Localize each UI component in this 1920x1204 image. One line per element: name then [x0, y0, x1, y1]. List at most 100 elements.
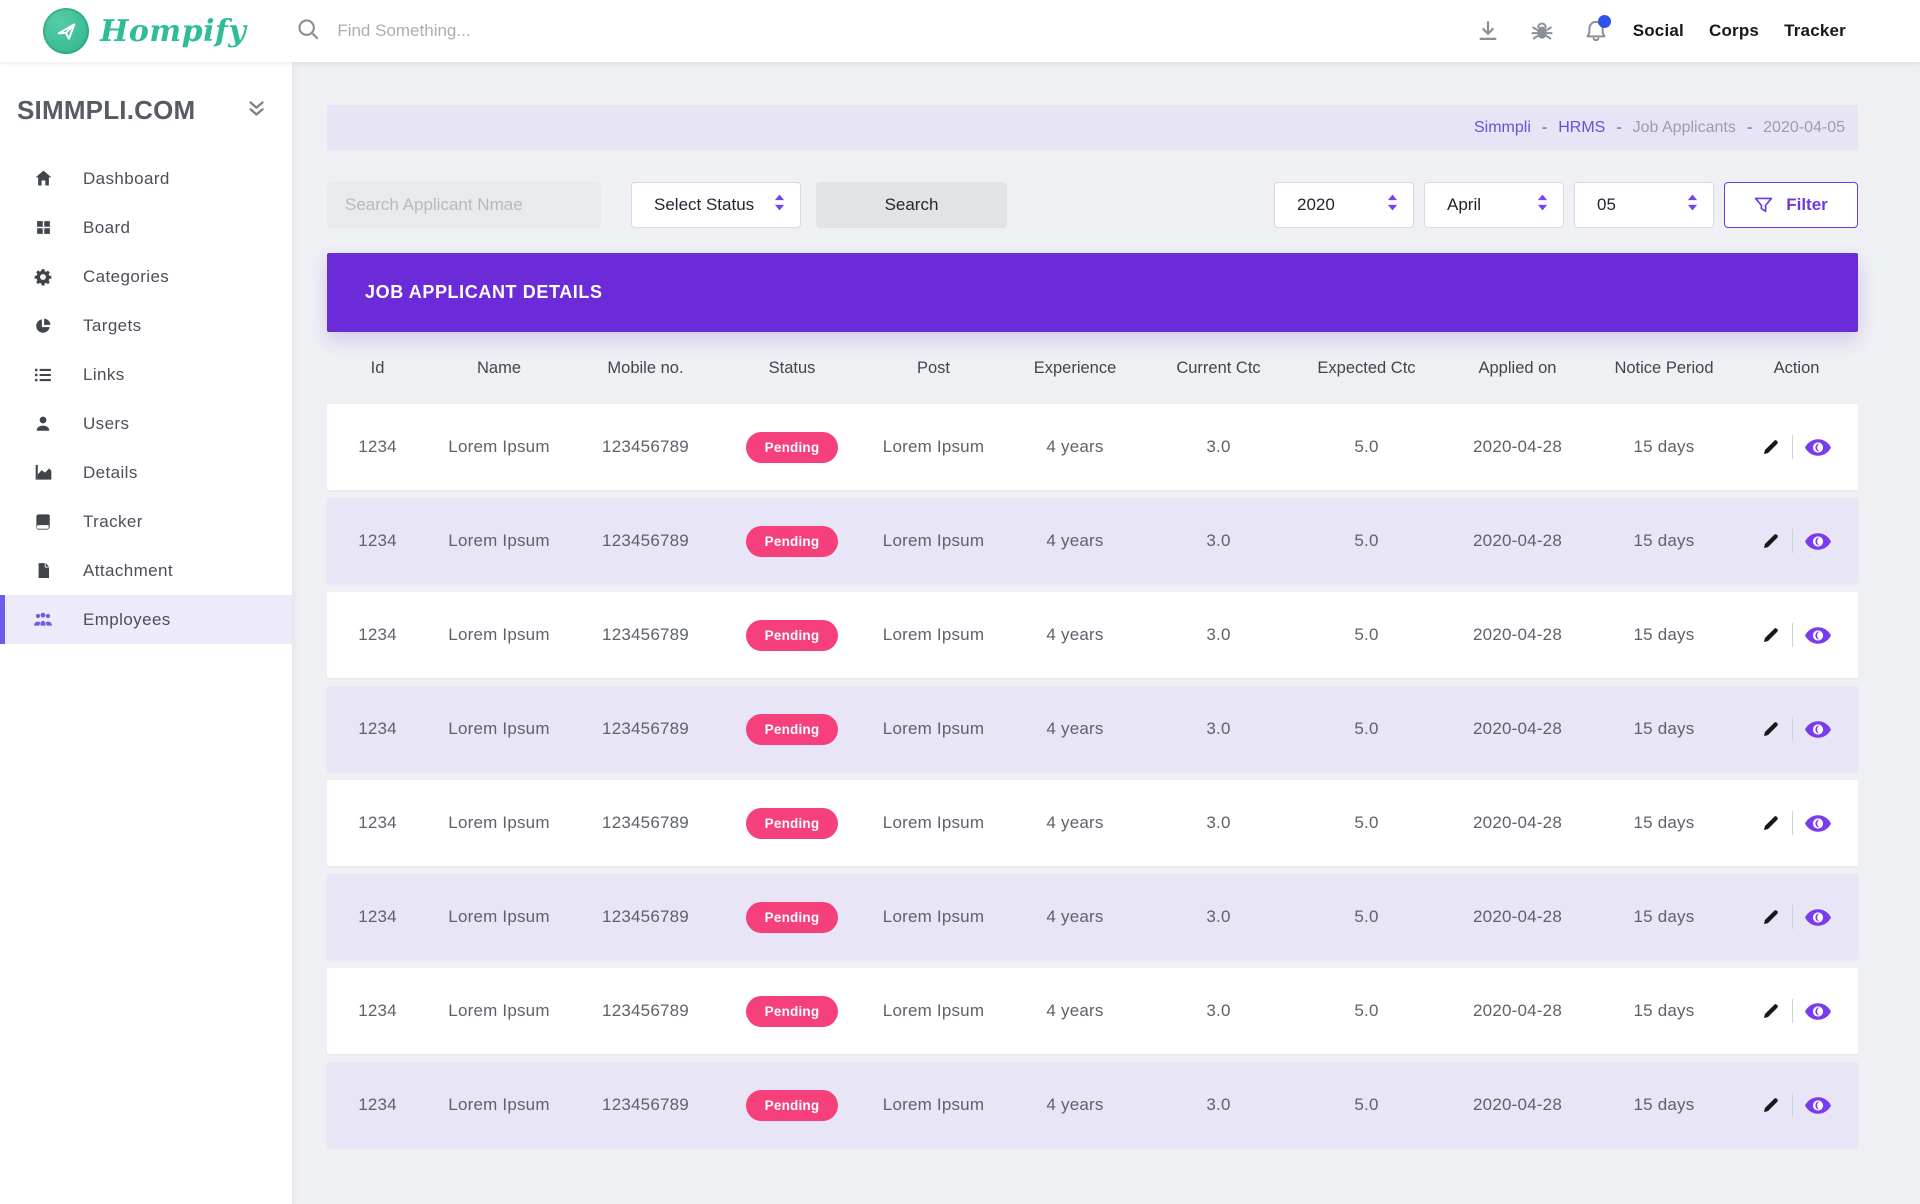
cell-id: 1234 — [327, 625, 428, 645]
sidebar-menu: Dashboard Board Categories Targets Links — [0, 154, 292, 644]
sidebar-item-attachment[interactable]: Attachment — [0, 546, 292, 595]
top-bar: Hompify Soc — [0, 0, 1920, 62]
download-icon[interactable] — [1476, 19, 1500, 43]
search-input[interactable] — [337, 21, 657, 41]
action-divider — [1792, 999, 1793, 1023]
sidebar-item-label: Details — [83, 463, 138, 483]
table-row: 1234 Lorem Ipsum 123456789 Pending Lorem… — [327, 1062, 1858, 1148]
view-icon[interactable] — [1805, 1003, 1831, 1020]
app-logo[interactable]: Hompify — [43, 8, 246, 54]
cell-mobile: 123456789 — [570, 813, 721, 833]
view-icon[interactable] — [1805, 1097, 1831, 1114]
bug-icon[interactable] — [1530, 19, 1554, 43]
cell-notice-period: 15 days — [1593, 437, 1735, 457]
sidebar-item-board[interactable]: Board — [0, 203, 292, 252]
sidebar-item-links[interactable]: Links — [0, 350, 292, 399]
sidebar-item-categories[interactable]: Categories — [0, 252, 292, 301]
column-header-current-ctc: Current Ctc — [1146, 359, 1291, 378]
cell-current-ctc: 3.0 — [1146, 437, 1291, 457]
view-icon[interactable] — [1805, 909, 1831, 926]
year-select[interactable]: 2020 — [1274, 182, 1414, 228]
sidebar-item-dashboard[interactable]: Dashboard — [0, 154, 292, 203]
brand-name: Hompify — [100, 14, 246, 49]
sidebar-item-targets[interactable]: Targets — [0, 301, 292, 350]
day-select[interactable]: 05 — [1574, 182, 1714, 228]
table-rows: 1234 Lorem Ipsum 123456789 Pending Lorem… — [327, 404, 1858, 1148]
sidebar-item-label: Employees — [83, 610, 171, 630]
cell-mobile: 123456789 — [570, 625, 721, 645]
edit-icon[interactable] — [1762, 532, 1780, 550]
cell-name: Lorem Ipsum — [428, 625, 570, 645]
bell-icon[interactable] — [1584, 19, 1608, 43]
view-icon[interactable] — [1805, 533, 1831, 550]
day-select-value: 05 — [1597, 195, 1616, 215]
status-badge: Pending — [746, 1090, 839, 1121]
sidebar-item-tracker[interactable]: Tracker — [0, 497, 292, 546]
cell-mobile: 123456789 — [570, 531, 721, 551]
sidebar-item-label: Board — [83, 218, 130, 238]
nav-link-corps[interactable]: Corps — [1709, 21, 1759, 41]
edit-icon[interactable] — [1762, 1096, 1780, 1114]
filter-button[interactable]: Filter — [1724, 182, 1858, 228]
edit-icon[interactable] — [1762, 626, 1780, 644]
cell-notice-period: 15 days — [1593, 907, 1735, 927]
view-icon[interactable] — [1805, 439, 1831, 456]
view-icon[interactable] — [1805, 815, 1831, 832]
cell-id: 1234 — [327, 813, 428, 833]
cell-experience: 4 years — [1004, 437, 1146, 457]
double-chevron-down-icon[interactable] — [247, 99, 266, 123]
cell-experience: 4 years — [1004, 625, 1146, 645]
search-button[interactable]: Search — [816, 182, 1007, 228]
updown-arrows-icon — [773, 194, 786, 216]
cell-current-ctc: 3.0 — [1146, 1095, 1291, 1115]
sidebar-item-employees[interactable]: Employees — [0, 595, 292, 644]
cell-status: Pending — [721, 714, 863, 745]
sidebar-item-details[interactable]: Details — [0, 448, 292, 497]
breadcrumb-link-hrms[interactable]: HRMS — [1558, 119, 1605, 137]
column-header-notice-period: Notice Period — [1593, 359, 1735, 378]
applicant-search-input[interactable] — [327, 182, 601, 228]
cell-current-ctc: 3.0 — [1146, 531, 1291, 551]
breadcrumb-link-simmpli[interactable]: Simmpli — [1474, 119, 1531, 137]
edit-icon[interactable] — [1762, 814, 1780, 832]
status-badge: Pending — [746, 432, 839, 463]
sidebar-item-users[interactable]: Users — [0, 399, 292, 448]
status-select[interactable]: Select Status — [631, 182, 801, 228]
cell-name: Lorem Ipsum — [428, 1001, 570, 1021]
edit-icon[interactable] — [1762, 1002, 1780, 1020]
table-title: JOB APPLICANT DETAILS — [365, 282, 603, 303]
cell-expected-ctc: 5.0 — [1291, 531, 1442, 551]
nav-link-social[interactable]: Social — [1633, 21, 1684, 41]
action-divider — [1792, 529, 1793, 553]
nav-link-tracker[interactable]: Tracker — [1784, 21, 1846, 41]
breadcrumb-separator: - — [1747, 119, 1752, 137]
cell-notice-period: 15 days — [1593, 625, 1735, 645]
table-row: 1234 Lorem Ipsum 123456789 Pending Lorem… — [327, 498, 1858, 584]
sidebar-item-label: Attachment — [83, 561, 173, 581]
cell-name: Lorem Ipsum — [428, 719, 570, 739]
cell-current-ctc: 3.0 — [1146, 813, 1291, 833]
column-header-experience: Experience — [1004, 359, 1146, 378]
cell-post: Lorem Ipsum — [863, 813, 1004, 833]
cell-post: Lorem Ipsum — [863, 437, 1004, 457]
column-header-mobile: Mobile no. — [570, 359, 721, 378]
cell-actions — [1735, 1093, 1858, 1117]
view-icon[interactable] — [1805, 627, 1831, 644]
cell-status: Pending — [721, 902, 863, 933]
column-header-id: Id — [327, 359, 428, 378]
cell-applied-on: 2020-04-28 — [1442, 1095, 1593, 1115]
month-select[interactable]: April — [1424, 182, 1564, 228]
table-row: 1234 Lorem Ipsum 123456789 Pending Lorem… — [327, 874, 1858, 960]
column-header-action: Action — [1735, 359, 1858, 378]
cell-current-ctc: 3.0 — [1146, 907, 1291, 927]
edit-icon[interactable] — [1762, 438, 1780, 456]
cell-expected-ctc: 5.0 — [1291, 437, 1442, 457]
status-badge: Pending — [746, 902, 839, 933]
view-icon[interactable] — [1805, 721, 1831, 738]
search-icon — [296, 17, 320, 46]
action-divider — [1792, 435, 1793, 459]
cell-current-ctc: 3.0 — [1146, 625, 1291, 645]
column-header-applied-on: Applied on — [1442, 359, 1593, 378]
edit-icon[interactable] — [1762, 720, 1780, 738]
edit-icon[interactable] — [1762, 908, 1780, 926]
